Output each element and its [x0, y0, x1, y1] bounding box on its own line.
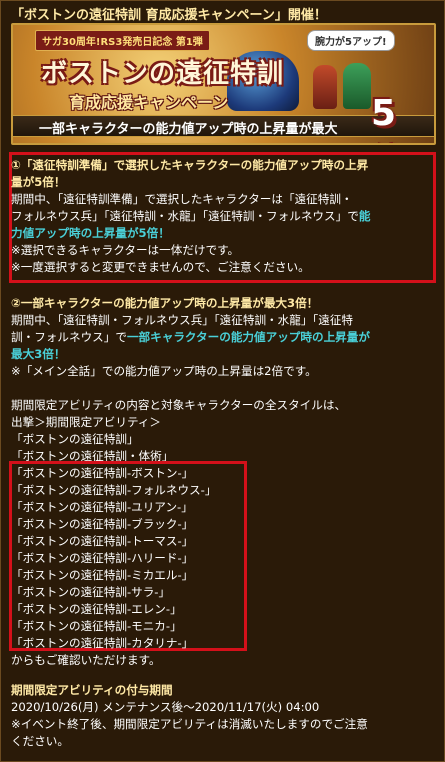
ability-item: 「ボストンの遠征特訓-ボストン-」 — [11, 466, 194, 480]
section1-title: ①「遠征特訓準備」で選択したキャラクターの能力値アップ時の上昇 — [11, 158, 369, 172]
section4-period: 2020/10/26(月) メンテナンス後～2020/11/17(火) 04:0… — [11, 700, 320, 714]
section1-body: 期間中、「遠征特訓準備」で選択したキャラクターは「遠征特訓・ — [11, 192, 353, 206]
banner-bar-text: 一部キャラクターの能力値アップ時の上昇量が最大 — [39, 122, 338, 137]
section1-note2: ※一度選択すると変更できませんので、ご注意ください。 — [11, 260, 310, 274]
section4-note-cont: ください。 — [11, 734, 69, 748]
news-panel: 「ボストンの遠征特訓 育成応援キャンペーン」開催！ サガ30周年!RS3発売日記… — [0, 0, 445, 762]
ability-item: 「ボストンの遠征特訓-エレン-」 — [11, 602, 182, 616]
ability-item: 「ボストンの遠征特訓-フォルネウス-」 — [11, 483, 217, 497]
section2-body-cont: 訓・フォルネウス」で一部キャラクターの能力値アップ時の上昇量が — [11, 330, 370, 344]
section1-highlight: 力値アップ時の上昇量が5倍！ — [11, 226, 170, 240]
banner-subtitle: 育成応援キャンペーン — [69, 93, 229, 112]
ability-item: 「ボストンの遠征特訓-トーマス-」 — [11, 534, 194, 548]
section2-note: ※「メイン全話」での能力値アップ時の上昇量は2倍です。 — [11, 364, 317, 378]
section3-outro: からもご確認いただけます。 — [11, 653, 161, 667]
ability-item: 「ボストンの遠征特訓-カタリナ-」 — [11, 636, 194, 650]
ability-item: 「ボストンの遠征特訓-ハリード-」 — [11, 551, 194, 565]
ability-item: 「ボストンの遠征特訓-モニカ-」 — [11, 619, 182, 633]
banner-multiplier: 5倍! — [371, 93, 397, 134]
ability-item: 「ボストンの遠征特訓-ミカエル-」 — [11, 568, 194, 582]
ability-item: 「ボストンの遠征特訓」 — [11, 432, 139, 446]
section2-title: ②一部キャラクターの能力値アップ時の上昇量が最大3倍！ — [11, 296, 319, 310]
section3-intro: 期間限定アビリティの内容と対象キャラクターの全スタイルは、 — [11, 398, 347, 412]
ability-item: 「ボストンの遠征特訓-ブラック-」 — [11, 517, 194, 531]
section1-body-cont: フォルネウス兵」「遠征特訓・水龍」「遠征特訓・フォルネウス」で能 — [11, 209, 371, 223]
section4-note: ※イベント終了後、期間限定アビリティは消滅いたしますのでご注意 — [11, 717, 368, 731]
section2-highlight: 最大3倍！ — [11, 347, 66, 361]
banner-ribbon: サガ30周年!RS3発売日記念 第1弾 — [35, 30, 210, 51]
section3-path: 出撃＞期間限定アビリティ＞ — [11, 415, 162, 429]
section1-note1: ※選択できるキャラクターは一体だけです。 — [11, 243, 240, 257]
character-illustration-icon — [343, 63, 371, 109]
page-title: 「ボストンの遠征特訓 育成応援キャンペーン」開催！ — [11, 8, 327, 23]
banner-bubble: 腕力が5アップ! — [307, 30, 395, 51]
ability-item: 「ボストンの遠征特訓-サラ-」 — [11, 585, 171, 599]
character-illustration-icon — [313, 65, 337, 109]
campaign-banner: サガ30周年!RS3発売日記念 第1弾 腕力が5アップ! ボストンの遠征特訓 育… — [11, 23, 436, 145]
section1-title-cont: 量が5倍！ — [11, 175, 66, 189]
banner-title: ボストンの遠征特訓 — [41, 59, 285, 89]
section4-title: 期間限定アビリティの付与期間 — [11, 683, 173, 697]
ability-item: 「ボストンの遠征特訓-ユリアン-」 — [11, 500, 193, 514]
section2-body: 期間中、「遠征特訓・フォルネウス兵」「遠征特訓・水龍」「遠征特 — [11, 313, 354, 327]
